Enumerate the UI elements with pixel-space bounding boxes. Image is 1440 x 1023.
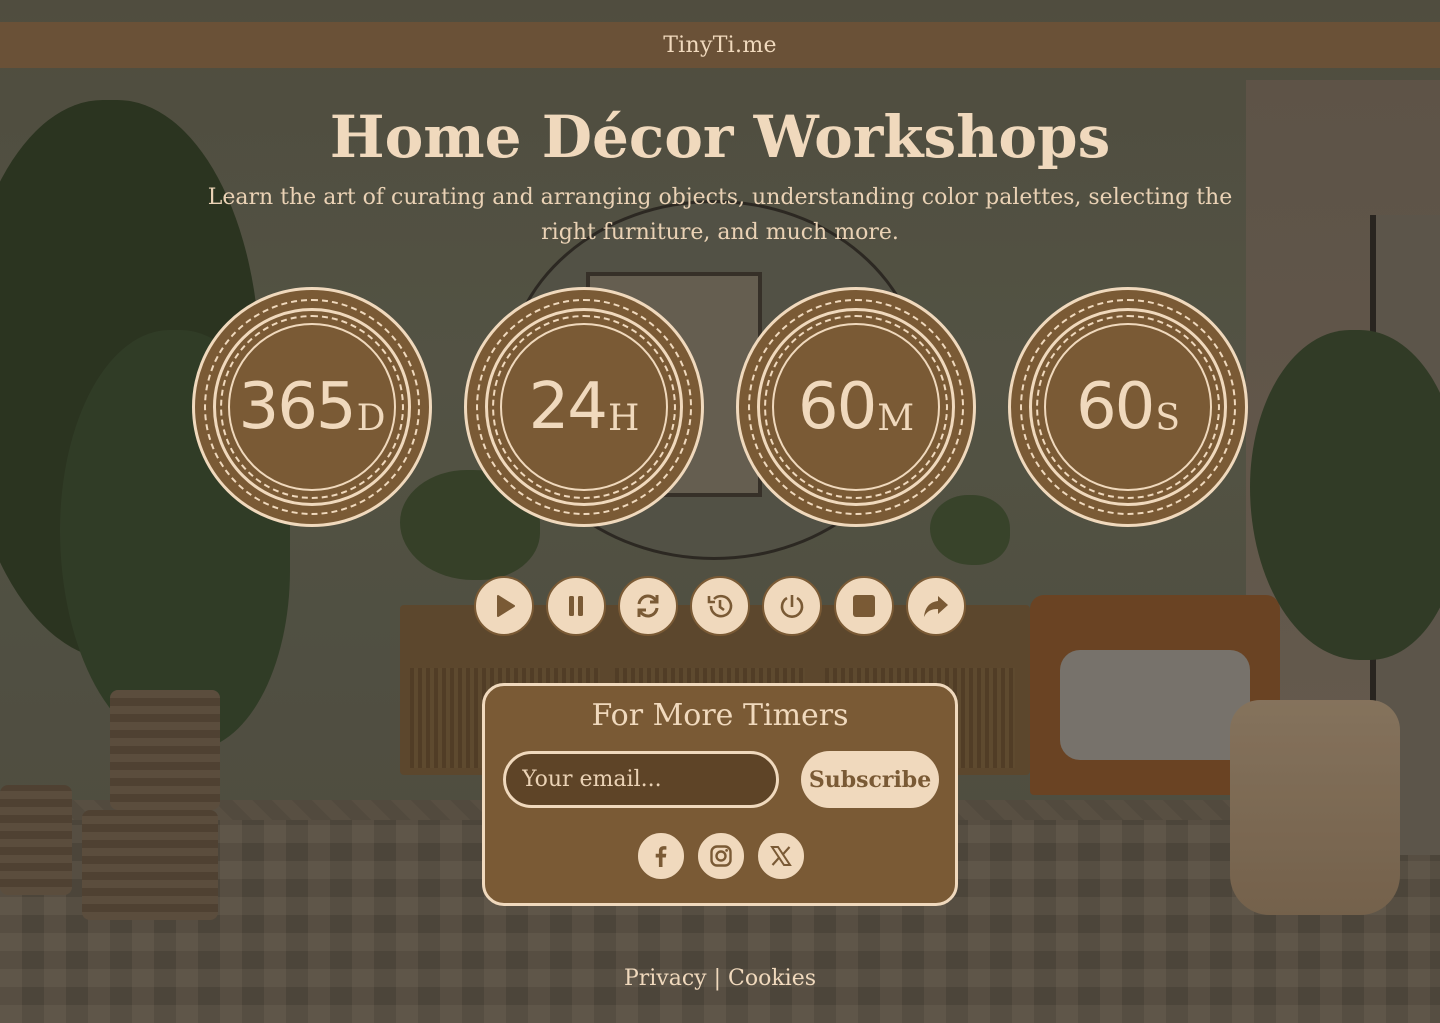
top-bar: TinyTi.me [0,22,1440,68]
brand-logo[interactable]: TinyTi.me [663,33,777,58]
stop-icon [853,595,875,617]
play-button[interactable] [474,576,534,636]
restart-button[interactable] [618,576,678,636]
timer-controls [474,576,968,636]
history-icon [707,594,733,618]
facebook-link[interactable] [636,831,686,881]
timer-days-value: 365 [238,370,356,444]
x-link[interactable] [756,831,806,881]
page-title: Home Décor Workshops [329,103,1111,171]
play-icon [497,595,515,617]
footer-separator: | [713,966,722,991]
timer-minutes: 60 M [736,287,976,527]
instagram-link[interactable] [696,831,746,881]
timer-hours-unit: H [608,397,640,439]
timer-seconds: 60 S [1008,287,1248,527]
timer-days: 365 D [192,287,432,527]
page-subtitle: Learn the art of curating and arranging … [207,185,1233,245]
footer: Privacy | Cookies [0,966,1440,991]
timer-minutes-unit: M [877,397,915,439]
facebook-icon [655,846,667,867]
timer-seconds-unit: S [1155,397,1181,439]
stop-button[interactable] [834,576,894,636]
timer-seconds-value: 60 [1075,370,1155,444]
timer-days-unit: D [356,397,386,439]
pause-icon [569,596,583,616]
email-input[interactable] [503,751,779,808]
timer-hours: 24 H [464,287,704,527]
timer-reset-button[interactable] [762,576,822,636]
x-icon [770,846,792,866]
share-button[interactable] [906,576,966,636]
history-button[interactable] [690,576,750,636]
subscribe-button[interactable]: Subscribe [801,751,939,808]
subscribe-panel: For More Timers Subscribe [482,683,958,906]
refresh-icon [637,594,659,618]
timer-hours-value: 24 [528,370,608,444]
cookies-link[interactable]: Cookies [728,966,816,991]
share-icon [924,596,948,617]
privacy-link[interactable]: Privacy [624,966,707,991]
instagram-icon [710,845,732,867]
pause-button[interactable] [546,576,606,636]
power-icon [780,595,804,618]
timer-minutes-value: 60 [797,370,877,444]
subscribe-title: For More Timers [591,698,849,733]
